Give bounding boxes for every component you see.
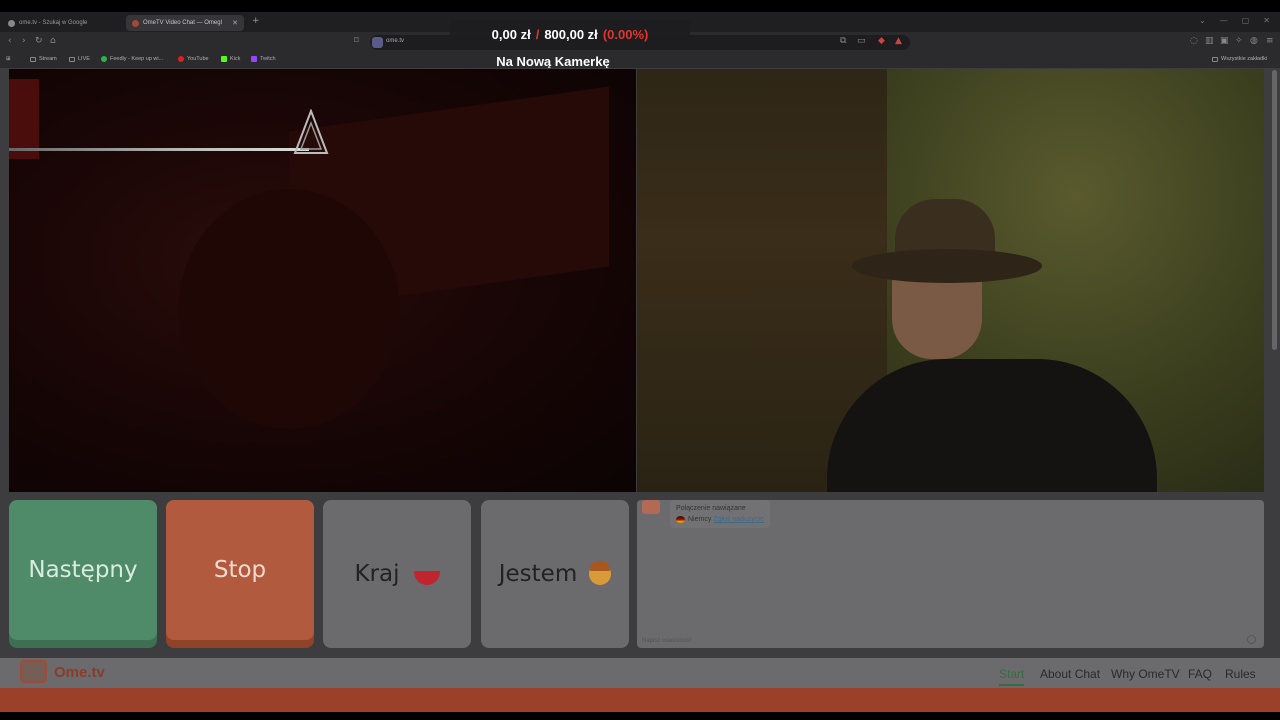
- cast-icon[interactable]: ▭: [857, 36, 866, 46]
- close-window-icon[interactable]: ✕: [1263, 16, 1270, 25]
- reload-icon[interactable]: ↻: [35, 36, 43, 46]
- goal-separator: /: [535, 26, 540, 42]
- stop-label: Stop: [213, 557, 267, 583]
- gender-button[interactable]: Jestem: [481, 500, 629, 648]
- connection-status: Połączenie nawiązane: [676, 505, 746, 512]
- report-abuse-link[interactable]: Zgłoś naduzycie: [713, 516, 764, 523]
- ometv-logo-icon: [642, 500, 660, 514]
- bookmark-label: Wszystkie zakładki: [1221, 56, 1268, 62]
- ometv-favicon-icon: [132, 19, 139, 27]
- menu-icon[interactable]: ≡: [1266, 36, 1274, 46]
- chat-panel: Połączenie nawiązane Niemcy Zgłoś naduzy…: [637, 500, 1264, 648]
- nav-rules[interactable]: Rules: [1225, 667, 1256, 681]
- tab-title: ome.tv - Szukaj w Google: [19, 20, 88, 26]
- nav-why-ometv[interactable]: Why OmeTV: [1111, 667, 1180, 681]
- url-text[interactable]: ome.tv: [386, 38, 404, 44]
- sword-blade: [9, 148, 309, 151]
- window-controls: ⌄ — ▢ ✕: [1199, 16, 1270, 25]
- bookmark-icon[interactable]: ⌑: [354, 36, 359, 46]
- chat-icon[interactable]: ◌: [1190, 36, 1198, 46]
- remote-video: [9, 69, 636, 492]
- goal-target: 800,00 zł: [544, 26, 598, 42]
- goal-current: 0,00 zł: [491, 26, 531, 42]
- partner-country: Niemcy: [688, 516, 712, 523]
- country-button[interactable]: Kraj: [323, 500, 471, 648]
- minimize-icon[interactable]: —: [1220, 16, 1228, 25]
- google-icon: [8, 19, 15, 27]
- ometv-page: Następny Stop Kraj Jestem Połączenie naw…: [0, 68, 1280, 712]
- page-scrollbar[interactable]: [1272, 70, 1277, 350]
- germany-flag-icon: [676, 515, 685, 523]
- sword-hilt-icon: [293, 109, 329, 154]
- next-label: Następny: [28, 557, 138, 583]
- partner-country-row: Niemcy Zgłoś naduzycie: [676, 514, 764, 525]
- gender-label: Jestem: [498, 561, 578, 587]
- goal-title: Na Nową Kamerkę: [496, 54, 610, 69]
- nav-about-chat[interactable]: About Chat: [1040, 667, 1100, 681]
- home-icon[interactable]: ⌂: [50, 36, 56, 46]
- ometv-tv-logo-icon[interactable]: [20, 660, 47, 683]
- goal-percent: (0.00%): [602, 26, 649, 42]
- poland-flag-icon: [413, 571, 440, 585]
- site-info-icon[interactable]: [372, 37, 383, 48]
- tab-google[interactable]: ome.tv - Szukaj w Google: [2, 15, 122, 31]
- country-label: Kraj: [354, 561, 400, 587]
- maximize-icon[interactable]: ▢: [1242, 16, 1250, 25]
- next-button[interactable]: Następny: [9, 500, 157, 640]
- chat-input[interactable]: Napisz wiadomość: [642, 638, 692, 644]
- video-hat-brim: [852, 249, 1042, 283]
- back-icon[interactable]: ‹: [8, 36, 12, 46]
- vpn-icon[interactable]: ◍: [1250, 36, 1258, 46]
- sidebar-icon[interactable]: ▥: [1205, 36, 1214, 46]
- forward-icon[interactable]: ›: [22, 36, 26, 46]
- wallet-icon[interactable]: ▣: [1220, 36, 1229, 46]
- emoji-icon[interactable]: [1247, 635, 1256, 644]
- hero-band: [0, 688, 1280, 712]
- nav-start[interactable]: Start: [999, 667, 1025, 686]
- site-footer-nav: Ome.tv Start About Chat Why OmeTV FAQ Ru…: [0, 658, 1280, 690]
- video-highlight: [9, 79, 39, 159]
- tab-ometv[interactable]: OmeTV Video Chat — Omegl ✕: [126, 15, 244, 31]
- brand-name[interactable]: Ome.tv: [54, 664, 105, 681]
- donation-goal-overlay: 0,00 zł / 800,00 zł (0.00%): [450, 20, 690, 48]
- all-bookmarks[interactable]: Wszystkie zakładki: [1212, 56, 1267, 62]
- nav-faq[interactable]: FAQ: [1188, 667, 1212, 681]
- folder-icon: [1212, 56, 1218, 62]
- video-silhouette: [179, 189, 399, 429]
- local-video: [637, 69, 1264, 492]
- shield-icon[interactable]: ◆: [878, 36, 885, 46]
- close-tab-icon[interactable]: ✕: [232, 19, 238, 27]
- new-tab-icon[interactable]: +: [252, 16, 260, 26]
- chevron-down-icon[interactable]: ⌄: [1199, 16, 1206, 25]
- alert-icon[interactable]: ▲: [895, 36, 902, 46]
- translate-icon[interactable]: ⧉: [840, 36, 846, 46]
- extensions-icon[interactable]: ✧: [1235, 36, 1243, 46]
- boy-emoji-icon: [589, 561, 612, 585]
- tab-title: OmeTV Video Chat — Omegl: [143, 20, 222, 26]
- stop-button[interactable]: Stop: [166, 500, 314, 640]
- connection-message: Połączenie nawiązane Niemcy Zgłoś naduzy…: [670, 500, 770, 528]
